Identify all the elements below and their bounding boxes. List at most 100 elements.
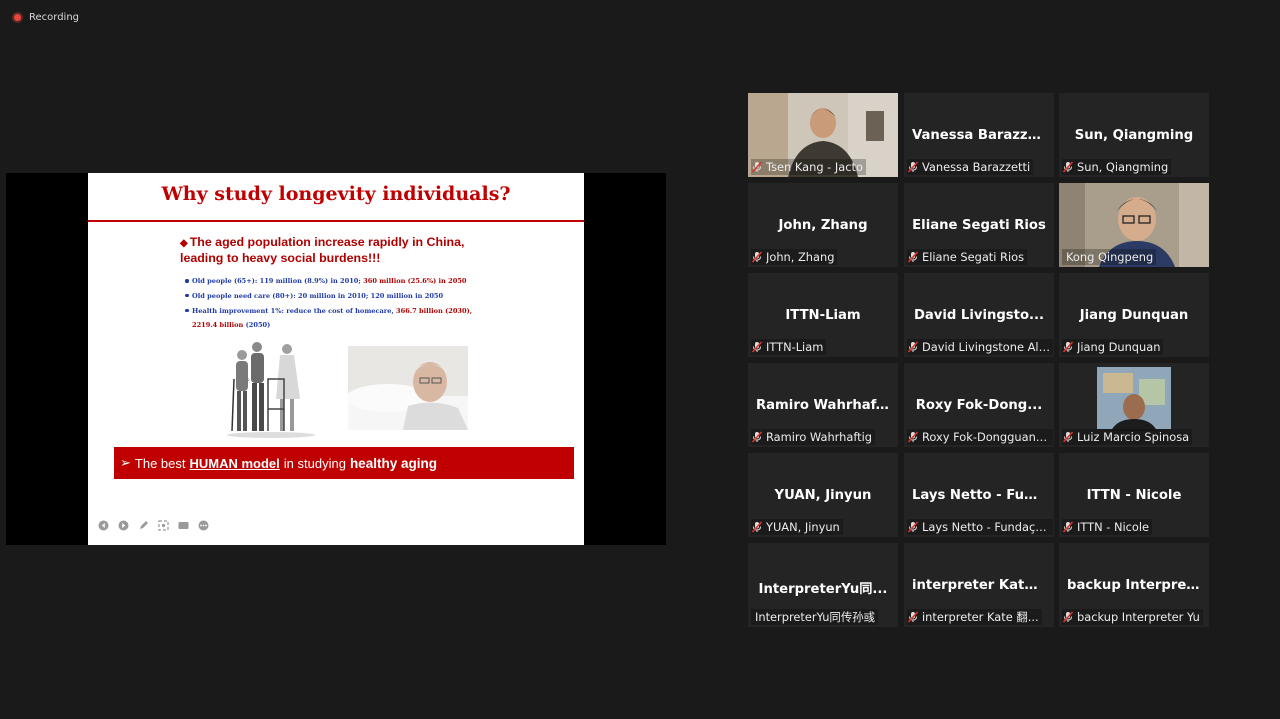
bullet-text: Old people (65+): 119 million (8.9%) in …	[192, 277, 364, 285]
participant-name: Ramiro Wahrhaftig	[766, 430, 873, 444]
banner-emphasis: HUMAN model	[189, 455, 280, 471]
participant-name: Eliane Segati Rios	[922, 250, 1025, 264]
diamond-bullet-icon: ◆	[180, 238, 188, 249]
bullet-text: (2050)	[245, 321, 271, 330]
participant-name-label: Tsen Kang - Jacto	[751, 159, 866, 175]
participant-name-label: interpreter Kate 翻...	[907, 609, 1042, 625]
participant-name-label: backup Interpreter Yu	[1062, 609, 1203, 625]
participant-display-name: Ramiro Wahrhaf...	[756, 398, 891, 413]
participant-tile[interactable]: Jiang Dunquan Jiang Dunquan	[1059, 273, 1209, 357]
participant-tile[interactable]: Kong Qingpeng	[1059, 183, 1209, 267]
previous-slide-icon[interactable]	[98, 520, 109, 531]
zoom-icon[interactable]	[158, 520, 169, 531]
elderly-patient-photo	[348, 346, 468, 430]
participant-name: John, Zhang	[766, 250, 835, 264]
participant-display-name: John, Zhang	[778, 218, 868, 233]
recording-indicator[interactable]: Recording	[12, 12, 79, 23]
participant-name-label: Vanessa Barazzetti	[907, 159, 1034, 175]
participant-name: Vanessa Barazzetti	[922, 160, 1031, 174]
participant-tile[interactable]: InterpreterYu同... InterpreterYu同传孙彧	[748, 543, 898, 627]
participant-display-name: Eliane Segati Rios	[912, 218, 1046, 233]
pen-icon[interactable]	[138, 520, 149, 531]
participant-display-name: Roxy Fok-Dong...	[915, 398, 1043, 413]
participant-tile[interactable]: interpreter Kate... interpreter Kate 翻...	[904, 543, 1054, 627]
participant-display-name: Sun, Qiangming	[1074, 128, 1194, 143]
slide-banner: ➢ The best HUMAN model in studying healt…	[114, 447, 574, 479]
presentation-slide: Why study longevity individuals? ◆ The ag…	[88, 173, 584, 545]
muted-mic-icon	[751, 251, 763, 263]
participant-name: David Livingstone Alv...	[922, 340, 1050, 354]
participant-name-label: Jiang Dunquan	[1062, 339, 1164, 355]
participant-tile[interactable]: David Livingsto... David Livingstone Alv.…	[904, 273, 1054, 357]
participant-tile[interactable]: Luiz Marcio Spinosa	[1059, 363, 1209, 447]
more-options-icon[interactable]	[198, 520, 209, 531]
muted-mic-icon	[1062, 611, 1074, 623]
slide-title: Why study longevity individuals?	[161, 183, 511, 205]
mouse-pointer-icon: ⇖	[244, 374, 251, 383]
participant-name-label: Eliane Segati Rios	[907, 249, 1028, 265]
bullet-highlight: 360 million (25.6%) in 2050	[363, 277, 467, 285]
participant-name-label: YUAN, Jinyun	[751, 519, 843, 535]
muted-mic-icon	[751, 161, 763, 173]
participant-tile[interactable]: ITTN - Nicole ITTN - Nicole	[1059, 453, 1209, 537]
bullet-item: Old people need care (80+): 20 million i…	[185, 289, 492, 304]
participant-name-label: Luiz Marcio Spinosa	[1062, 429, 1193, 445]
banner-emphasis: healthy aging	[349, 455, 437, 471]
participant-tile[interactable]: Roxy Fok-Dong... Roxy Fok-Dongguan ...	[904, 363, 1054, 447]
bullet-text: Health improvement 1%: reduce the cost o…	[192, 306, 397, 315]
slide-headline: ◆ The aged population increase rapidly in…	[180, 235, 510, 266]
participant-tile[interactable]: John, Zhang John, Zhang	[748, 183, 898, 267]
participant-name-label: InterpreterYu同传孙彧	[751, 609, 878, 625]
participant-name: interpreter Kate 翻...	[922, 610, 1039, 624]
arrow-bullet-icon: ➢	[120, 455, 131, 470]
headline-text: The aged population increase rapidly in …	[180, 235, 465, 265]
muted-mic-icon	[907, 431, 919, 443]
subtitles-icon[interactable]	[178, 520, 189, 531]
muted-mic-icon	[907, 161, 919, 173]
participant-display-name: Vanessa Barazze...	[912, 128, 1052, 143]
participant-name-label: ITTN - Nicole	[1062, 519, 1153, 535]
participant-tile[interactable]: Sun, Qiangming Sun, Qiangming	[1059, 93, 1209, 177]
participant-display-name: Jiang Dunquan	[1079, 308, 1189, 323]
participant-display-name: interpreter Kate...	[912, 578, 1049, 593]
muted-mic-icon	[907, 521, 919, 533]
participant-tile[interactable]: YUAN, Jinyun YUAN, Jinyun	[748, 453, 898, 537]
participant-tile[interactable]: Lays Netto - Fun... Lays Netto - Fundaçã.…	[904, 453, 1054, 537]
participant-name: ITTN - Nicole	[1077, 520, 1150, 534]
participant-tile[interactable]: Vanessa Barazze... Vanessa Barazzetti	[904, 93, 1054, 177]
shared-screen[interactable]: Why study longevity individuals? ◆ The ag…	[6, 173, 666, 545]
muted-mic-icon	[1062, 161, 1074, 173]
muted-mic-icon	[751, 521, 763, 533]
next-slide-icon[interactable]	[118, 520, 129, 531]
participant-name-label: David Livingstone Alv...	[907, 339, 1053, 355]
participant-name: Sun, Qiangming	[1077, 160, 1169, 174]
participant-name-label: Sun, Qiangming	[1062, 159, 1172, 175]
participant-name-label: Roxy Fok-Dongguan ...	[907, 429, 1053, 445]
bullet-item: Health improvement 1%: reduce the cost o…	[185, 304, 492, 334]
muted-mic-icon	[907, 251, 919, 263]
participant-tile[interactable]: Ramiro Wahrhaf... Ramiro Wahrhaftig	[748, 363, 898, 447]
participant-name: YUAN, Jinyun	[766, 520, 840, 534]
muted-mic-icon	[1062, 341, 1074, 353]
participant-name-label: Lays Netto - Fundaçã...	[907, 519, 1053, 535]
title-divider	[88, 220, 584, 222]
caregiver-photo	[224, 339, 318, 439]
participant-tile[interactable]: Eliane Segati Rios Eliane Segati Rios	[904, 183, 1054, 267]
participant-tile[interactable]: ITTN-Liam ITTN-Liam	[748, 273, 898, 357]
muted-mic-icon	[751, 341, 763, 353]
participant-display-name: YUAN, Jinyun	[774, 488, 872, 503]
participant-name: backup Interpreter Yu	[1077, 610, 1200, 624]
participant-name-label: Kong Qingpeng	[1062, 249, 1157, 265]
recording-label: Recording	[29, 12, 80, 23]
participant-name: Tsen Kang - Jacto	[766, 160, 863, 174]
participant-name-label: Ramiro Wahrhaftig	[751, 429, 876, 445]
participant-tile[interactable]: backup Interpre... backup Interpreter Yu	[1059, 543, 1209, 627]
participant-display-name: backup Interpre...	[1067, 578, 1202, 593]
participant-name: ITTN-Liam	[766, 340, 824, 354]
participant-display-name: David Livingsto...	[913, 308, 1045, 323]
banner-text: The best	[134, 455, 186, 471]
participant-tile[interactable]: Tsen Kang - Jacto	[748, 93, 898, 177]
participant-name: Kong Qingpeng	[1066, 250, 1154, 264]
participant-name: Jiang Dunquan	[1077, 340, 1161, 354]
muted-mic-icon	[907, 341, 919, 353]
